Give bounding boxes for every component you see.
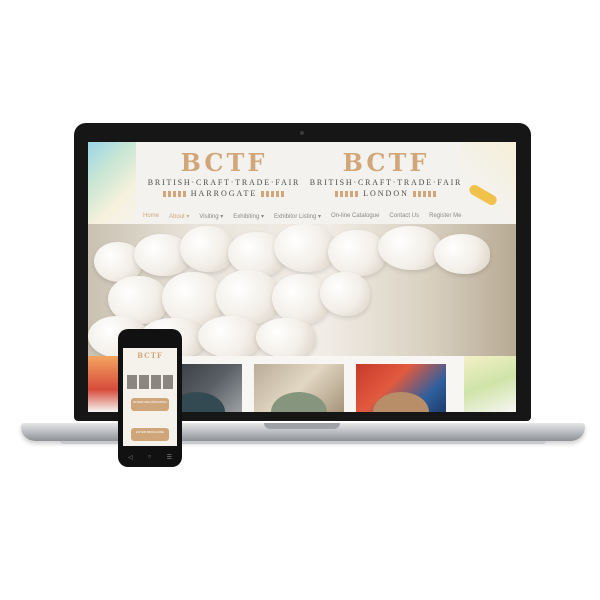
- laptop-notch: [264, 423, 340, 429]
- stripes-icon: [412, 190, 437, 197]
- petal-shape: [378, 226, 442, 270]
- feature-tile-3[interactable]: [356, 364, 446, 412]
- back-icon[interactable]: ◁: [128, 454, 133, 461]
- nav-visiting[interactable]: Visiting ▾: [199, 213, 223, 220]
- logo-text: BCTF: [342, 148, 430, 177]
- phone-registration-button[interactable]: ENTER REGISTRATION: [131, 398, 169, 411]
- logo-subtitle: BRITISH·CRAFT·TRADE·FAIR: [147, 178, 301, 187]
- petal-shape: [328, 230, 386, 276]
- stripes-icon: [162, 190, 187, 197]
- phone-thumb: [127, 375, 137, 389]
- logo-text: BCTF: [180, 148, 268, 177]
- feature-tile-2[interactable]: [254, 364, 344, 412]
- stripes-icon: [261, 190, 286, 197]
- nav-register-me[interactable]: Register Me: [429, 213, 461, 220]
- petal-shape: [320, 272, 370, 316]
- tile-circle: [373, 392, 429, 412]
- decorative-splash-bottom-right: [464, 356, 516, 412]
- petal-shape: [198, 316, 262, 356]
- camera-icon: [300, 131, 304, 135]
- phone-logo: BCTF: [137, 351, 163, 360]
- phone-thumb: [139, 375, 149, 389]
- logo-city: HARROGATE: [190, 189, 258, 198]
- bctf-harrogate-logo[interactable]: BCTF BRITISH·CRAFT·TRADE·FAIR HARROGATE: [144, 148, 304, 199]
- menu-icon[interactable]: ☰: [167, 454, 172, 461]
- home-icon[interactable]: ○: [148, 454, 152, 461]
- nav-home[interactable]: Home: [143, 213, 159, 220]
- petal-shape: [256, 318, 316, 356]
- main-navigation: Home About ▾ Visiting ▾ Exhibiting ▾ Exh…: [143, 213, 463, 220]
- nav-exhibitor-listing[interactable]: Exhibitor Listing ▾: [274, 213, 321, 220]
- nav-online-catalogue[interactable]: On-line Catalogue: [331, 213, 379, 220]
- stripes-icon: [335, 190, 360, 197]
- petal-shape: [434, 234, 490, 274]
- phone-thumb: [163, 375, 173, 389]
- petal-shape: [274, 224, 336, 272]
- phone-controls: ◁ ○ ☰: [128, 454, 172, 461]
- decorative-splash-left: [88, 142, 136, 224]
- nav-about[interactable]: About ▾: [169, 213, 189, 220]
- logo-city: LONDON: [363, 189, 409, 198]
- phone-brochure-button[interactable]: ENTER BROCHURE: [131, 428, 169, 441]
- nav-exhibiting[interactable]: Exhibiting ▾: [233, 213, 264, 220]
- logo-city-row: HARROGATE: [144, 189, 304, 198]
- logo-city-row: LONDON: [306, 189, 466, 198]
- petal-shape: [180, 226, 234, 272]
- logo-subtitle: BRITISH·CRAFT·TRADE·FAIR: [309, 178, 463, 187]
- phone-screen: BCTF ENTER REGISTRATION ENTER BROCHURE: [123, 348, 177, 446]
- phone-image-strip: [127, 375, 173, 389]
- decorative-splash-right: [461, 142, 516, 224]
- tile-circle: [271, 392, 327, 412]
- phone-thumb: [151, 375, 161, 389]
- site-header: BCTF BRITISH·CRAFT·TRADE·FAIR HARROGATE …: [88, 142, 516, 224]
- bctf-london-logo[interactable]: BCTF BRITISH·CRAFT·TRADE·FAIR LONDON: [306, 148, 466, 199]
- nav-contact-us[interactable]: Contact Us: [389, 213, 419, 220]
